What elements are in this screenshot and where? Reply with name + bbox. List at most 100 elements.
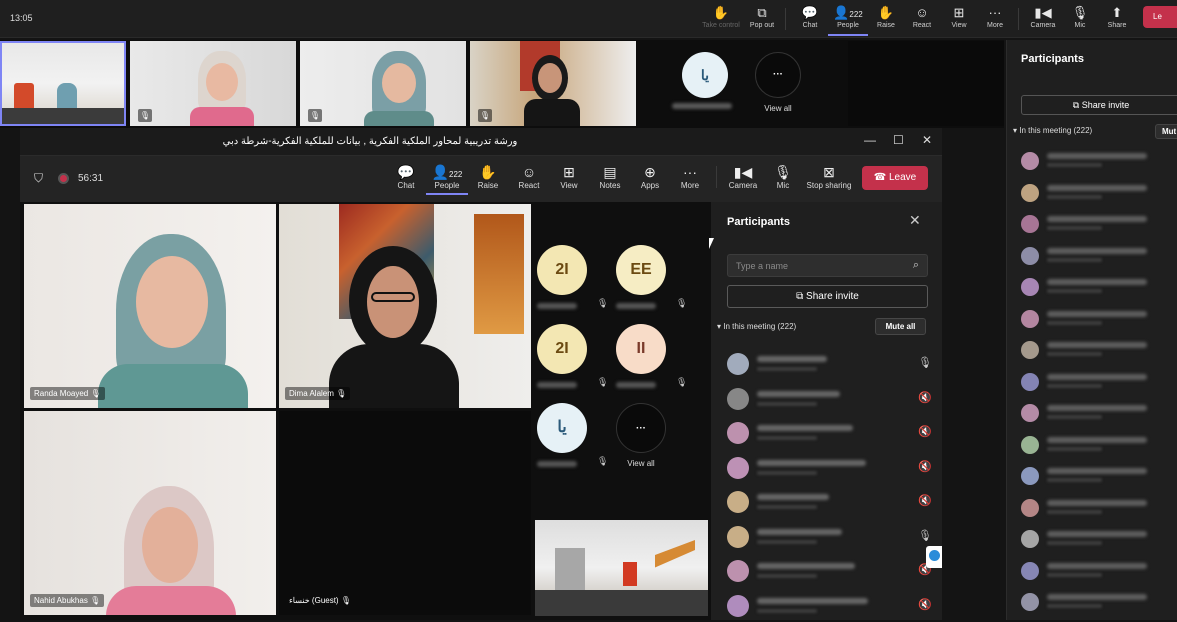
mic-button[interactable]: 🎙 Mic — [1060, 4, 1100, 29]
mic-off-icon[interactable]: 🔇 — [918, 391, 932, 404]
participant-avatar[interactable]: 2I — [537, 324, 587, 374]
leave-button[interactable]: ☎ Leave — [862, 166, 928, 190]
avatar — [727, 525, 749, 548]
raise-hand-icon: ✋ — [877, 5, 895, 20]
participant-row[interactable] — [1021, 308, 1171, 330]
video-thumbnail[interactable]: 🎙 — [470, 41, 636, 126]
participant-row[interactable]: 🔇 — [727, 385, 932, 415]
participant-avatar[interactable]: II — [616, 324, 666, 374]
mic-icon: 🎙 — [774, 164, 792, 180]
participant-row[interactable]: 🔇 — [727, 488, 932, 518]
mic-off-icon[interactable]: 🔇 — [918, 494, 932, 507]
mute-all-button[interactable]: Mut — [1155, 124, 1177, 139]
participant-avatar[interactable]: يا — [682, 52, 728, 98]
participant-row[interactable]: 🔇 — [727, 557, 932, 587]
participant-row[interactable] — [1021, 245, 1171, 267]
participant-row[interactable] — [1021, 371, 1171, 393]
participant-avatar[interactable]: 2I — [537, 245, 587, 295]
mute-all-button[interactable]: Mute all — [875, 318, 926, 335]
participant-avatar[interactable]: يا — [537, 403, 587, 453]
participant-row[interactable]: 🔇 — [727, 454, 932, 484]
share-invite-button[interactable]: ⧉ Share invite — [727, 285, 928, 308]
video-tile[interactable]: Randa Moayed 🎙 — [24, 204, 276, 408]
search-input[interactable]: Type a name ⌕ — [727, 254, 928, 277]
video-tile[interactable]: Nahid Abukhas 🎙 — [24, 411, 276, 615]
blurred-status — [1047, 415, 1102, 419]
self-view[interactable] — [535, 520, 708, 616]
mic-off-icon[interactable]: 🔇 — [918, 460, 932, 473]
participant-row[interactable] — [1021, 150, 1171, 172]
react-button[interactable]: ☺ React — [902, 4, 942, 29]
chat-button[interactable]: 💬 Chat — [385, 164, 427, 190]
people-button[interactable]: 👤222 People — [426, 164, 468, 195]
view-button[interactable]: ⊞ View — [939, 4, 979, 29]
more-button[interactable]: ··· More — [975, 4, 1015, 29]
pop-out-button[interactable]: ⧉ Pop out — [742, 4, 782, 29]
mic-icon[interactable]: 🎙 — [918, 529, 932, 542]
meeting-title: ورشة تدريبية لمحاور الملكية الفكرية , بي… — [222, 136, 518, 147]
mic-off-icon[interactable]: 🔇 — [918, 598, 932, 611]
raise-hand-button[interactable]: ✋ Raise — [866, 4, 906, 29]
avatar — [1021, 467, 1039, 485]
notes-icon: ▤ — [603, 164, 617, 180]
mic-icon[interactable]: 🎙 — [918, 356, 932, 369]
participant-row[interactable] — [1021, 182, 1171, 204]
participant-row[interactable] — [1021, 402, 1171, 424]
more-icon: ··· — [683, 164, 697, 180]
blurred-status — [1047, 320, 1102, 325]
participant-row[interactable] — [1021, 591, 1171, 613]
take-control-button[interactable]: ✋ Take control — [701, 4, 741, 29]
participant-row[interactable] — [1021, 528, 1171, 550]
minimize-icon[interactable]: — — [864, 133, 876, 147]
teamviewer-icon[interactable] — [926, 546, 942, 568]
avatar — [727, 387, 749, 410]
view-button[interactable]: ⊞ View — [548, 164, 590, 190]
video-tile[interactable]: Dima Alalem 🎙 — [279, 204, 531, 408]
blurred-status — [1047, 257, 1102, 262]
participant-row[interactable]: 🔇 — [727, 592, 932, 622]
leave-button[interactable]: Le — [1143, 6, 1177, 28]
participant-row[interactable]: 🔇 — [727, 419, 932, 449]
view-all-button[interactable]: ··· — [616, 403, 666, 453]
participant-row[interactable] — [1021, 434, 1171, 456]
participant-row[interactable] — [1021, 213, 1171, 235]
participant-name: Dima Alalem 🎙 — [285, 387, 351, 400]
maximize-icon[interactable]: ☐ — [893, 133, 904, 147]
more-button[interactable]: ··· More — [669, 164, 711, 190]
blurred-name — [616, 382, 656, 388]
participant-row[interactable] — [1021, 497, 1171, 519]
mic-off-icon: 🎙 — [90, 596, 101, 605]
chat-button[interactable]: 💬 Chat — [790, 4, 830, 29]
raise-hand-button[interactable]: ✋ Raise — [467, 164, 509, 190]
video-thumbnail[interactable] — [0, 41, 126, 126]
participant-row[interactable] — [1021, 465, 1171, 487]
close-icon[interactable]: ✕ — [922, 133, 932, 147]
notes-button[interactable]: ▤ Notes — [589, 164, 631, 190]
view-all-label: View all — [764, 104, 792, 113]
participant-row[interactable] — [1021, 339, 1171, 361]
meeting-toolbar: ⛉ 56:31 💬 Chat 👤222 People ✋ Raise ☺ React ⊞… — [20, 156, 942, 202]
people-button[interactable]: 👤222 People — [828, 4, 868, 36]
mic-off-icon[interactable]: 🔇 — [918, 425, 932, 438]
video-tile[interactable]: خنساء (Guest) 🎙 — [279, 411, 531, 615]
camera-button[interactable]: ▮◀ Camera — [722, 164, 764, 190]
share-invite-button[interactable]: ⧉ Share invite — [1021, 95, 1177, 115]
participant-row[interactable]: 🎙 — [727, 350, 932, 380]
video-thumbnail[interactable]: 🎙 — [300, 41, 466, 126]
participant-row[interactable]: 🎙 — [727, 523, 932, 553]
in-meeting-header[interactable]: ▾ In this meeting (222) — [1013, 126, 1092, 135]
close-icon[interactable]: ✕ — [909, 212, 921, 229]
mic-button[interactable]: 🎙 Mic — [762, 164, 804, 190]
video-thumbnail[interactable]: 🎙 — [130, 41, 296, 126]
blurred-status — [1047, 194, 1102, 199]
stop-sharing-button[interactable]: ⊠ Stop sharing — [804, 164, 854, 190]
in-meeting-header[interactable]: ▾ In this meeting (222) — [717, 322, 796, 331]
react-button[interactable]: ☺ React — [508, 164, 550, 190]
participant-avatar[interactable]: EE — [616, 245, 666, 295]
camera-button[interactable]: ▮◀ Camera — [1023, 4, 1063, 29]
participant-row[interactable] — [1021, 560, 1171, 582]
apps-button[interactable]: ⊕ Apps — [629, 164, 671, 190]
share-button[interactable]: ⬆ Share — [1097, 4, 1137, 29]
view-all-button[interactable]: ··· — [755, 52, 801, 98]
participant-row[interactable] — [1021, 276, 1171, 298]
